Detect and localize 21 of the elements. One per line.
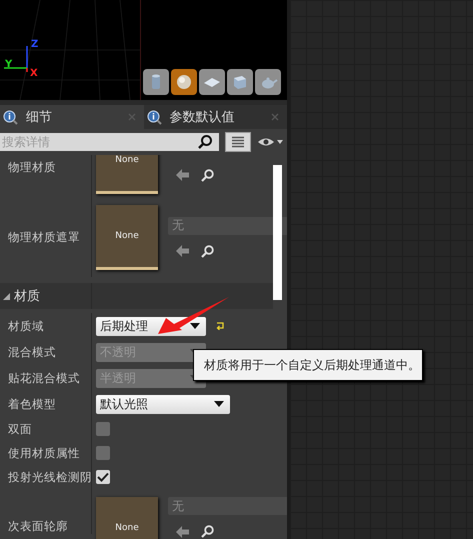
property-label: 物理材质 [8,160,56,175]
asset-thumbnail[interactable]: None [96,497,158,539]
axis-label: X [30,69,38,79]
asset-thumbnail[interactable]: None [96,155,158,194]
axis-label: Y [5,60,12,70]
property-label: 物理材质遮罩 [8,230,80,244]
property-label: 混合模式 [8,344,56,360]
dropdown[interactable]: 默认光照 [96,394,230,414]
property-label: 着色模型 [8,396,56,412]
property-label: 贴花混合模式 [8,370,80,386]
search-field[interactable]: 搜索详情 [0,133,219,151]
property-label: 使用材质属性 [8,446,80,460]
property-label: 材质域 [8,318,44,334]
tooltip: 材质将用于一个自定义后期处理通道中。 [193,349,423,381]
property-label: 双面 [8,422,32,436]
asset-thumbnail[interactable]: None [96,204,158,270]
panel-tab[interactable]: 参数默认值 [144,105,287,129]
property-label: 投射光线检测阴 [8,470,91,484]
panel-tab[interactable]: 细节 [0,105,144,129]
property-label: 次表面轮廓 [8,519,68,534]
axis-label: Z [31,40,38,50]
